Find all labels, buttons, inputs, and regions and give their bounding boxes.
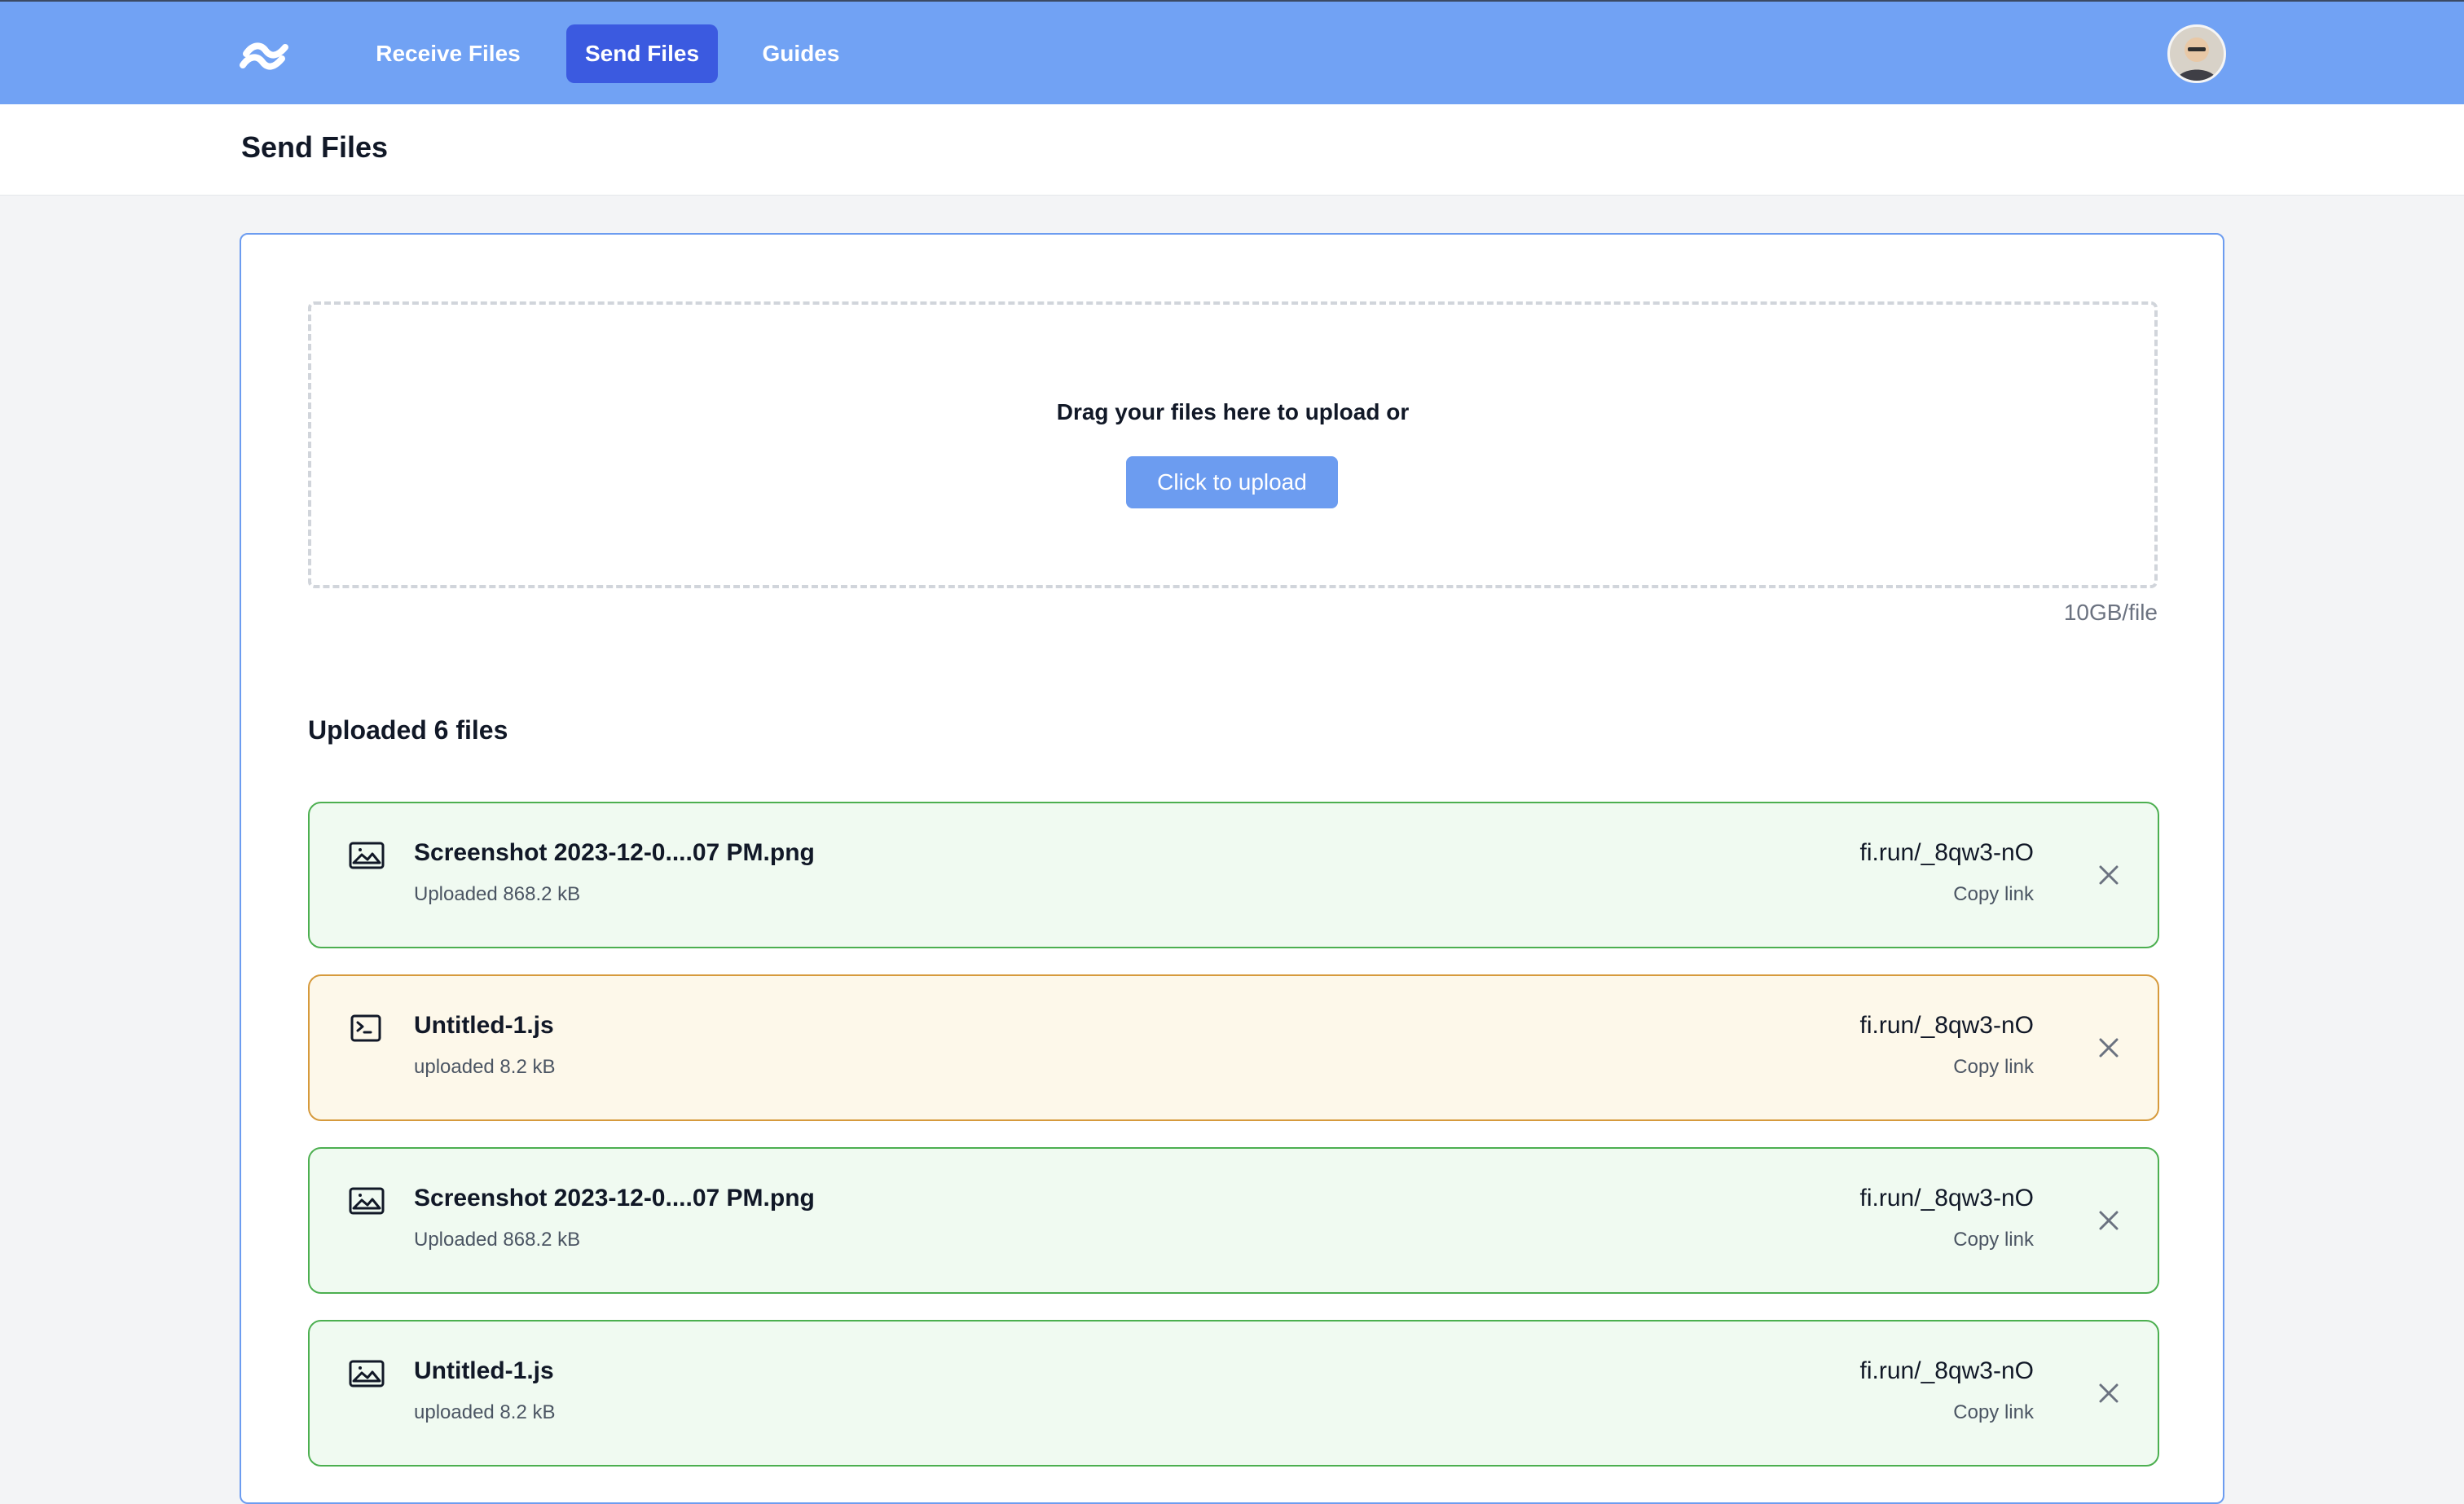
file-size-limit: 10GB/file: [2063, 600, 2158, 625]
close-icon[interactable]: [2096, 1380, 2122, 1406]
close-icon[interactable]: [2096, 1035, 2122, 1061]
copy-link-button[interactable]: Copy link: [1953, 883, 2034, 906]
user-avatar[interactable]: [2167, 24, 2226, 83]
nav-guides[interactable]: Guides: [748, 24, 854, 83]
file-share-link[interactable]: fi.run/_8qw3-nO: [1860, 839, 2034, 867]
uploaded-file-list: Screenshot 2023-12-0....07 PM.png Upload…: [308, 802, 2159, 1493]
copy-link-button[interactable]: Copy link: [1953, 1229, 2034, 1251]
avatar-icon: [2170, 27, 2224, 81]
file-upload-status: uploaded 8.2 kB: [414, 1056, 556, 1078]
click-to-upload-button[interactable]: Click to upload: [1126, 456, 1338, 508]
copy-link-button[interactable]: Copy link: [1953, 1056, 2034, 1079]
close-icon[interactable]: [2096, 1207, 2122, 1234]
file-upload-status: uploaded 8.2 kB: [414, 1401, 556, 1423]
top-navigation-bar: Receive Files Send Files Guides: [0, 0, 2464, 104]
image-icon: [349, 1187, 385, 1215]
nav-send-files[interactable]: Send Files: [566, 24, 718, 83]
file-share-link[interactable]: fi.run/_8qw3-nO: [1860, 1012, 2034, 1040]
file-share-link[interactable]: fi.run/_8qw3-nO: [1860, 1357, 2034, 1385]
page-header: Send Files: [0, 104, 2464, 196]
copy-link-button[interactable]: Copy link: [1953, 1401, 2034, 1424]
close-icon[interactable]: [2096, 862, 2122, 888]
uploaded-file-row: Untitled-1.js uploaded 8.2 kB fi.run/_8q…: [308, 1320, 2159, 1467]
terminal-icon: [350, 1014, 381, 1042]
wave-logo-icon[interactable]: [240, 36, 292, 72]
file-dropzone[interactable]: Drag your files here to upload or Click …: [308, 301, 2158, 588]
file-name: Untitled-1.js: [414, 1357, 554, 1384]
file-name: Screenshot 2023-12-0....07 PM.png: [414, 1185, 815, 1212]
uploaded-file-row: Screenshot 2023-12-0....07 PM.png Upload…: [308, 802, 2159, 948]
file-name: Screenshot 2023-12-0....07 PM.png: [414, 839, 815, 866]
dropzone-prompt: Drag your files here to upload or: [1056, 399, 1410, 424]
page-title: Send Files: [241, 130, 389, 164]
nav-receive-files[interactable]: Receive Files: [359, 24, 538, 83]
file-upload-status: Uploaded 868.2 kB: [414, 1229, 581, 1251]
file-upload-status: Uploaded 868.2 kB: [414, 883, 581, 905]
uploaded-file-row: Untitled-1.js uploaded 8.2 kB fi.run/_8q…: [308, 974, 2159, 1121]
image-icon: [349, 1360, 385, 1387]
uploaded-files-heading: Uploaded 6 files: [308, 715, 508, 745]
send-files-card: Drag your files here to upload or Click …: [240, 233, 2224, 1504]
file-share-link[interactable]: fi.run/_8qw3-nO: [1860, 1185, 2034, 1212]
file-name: Untitled-1.js: [414, 1012, 554, 1039]
uploaded-file-row: Screenshot 2023-12-0....07 PM.png Upload…: [308, 1147, 2159, 1294]
image-icon: [349, 842, 385, 869]
